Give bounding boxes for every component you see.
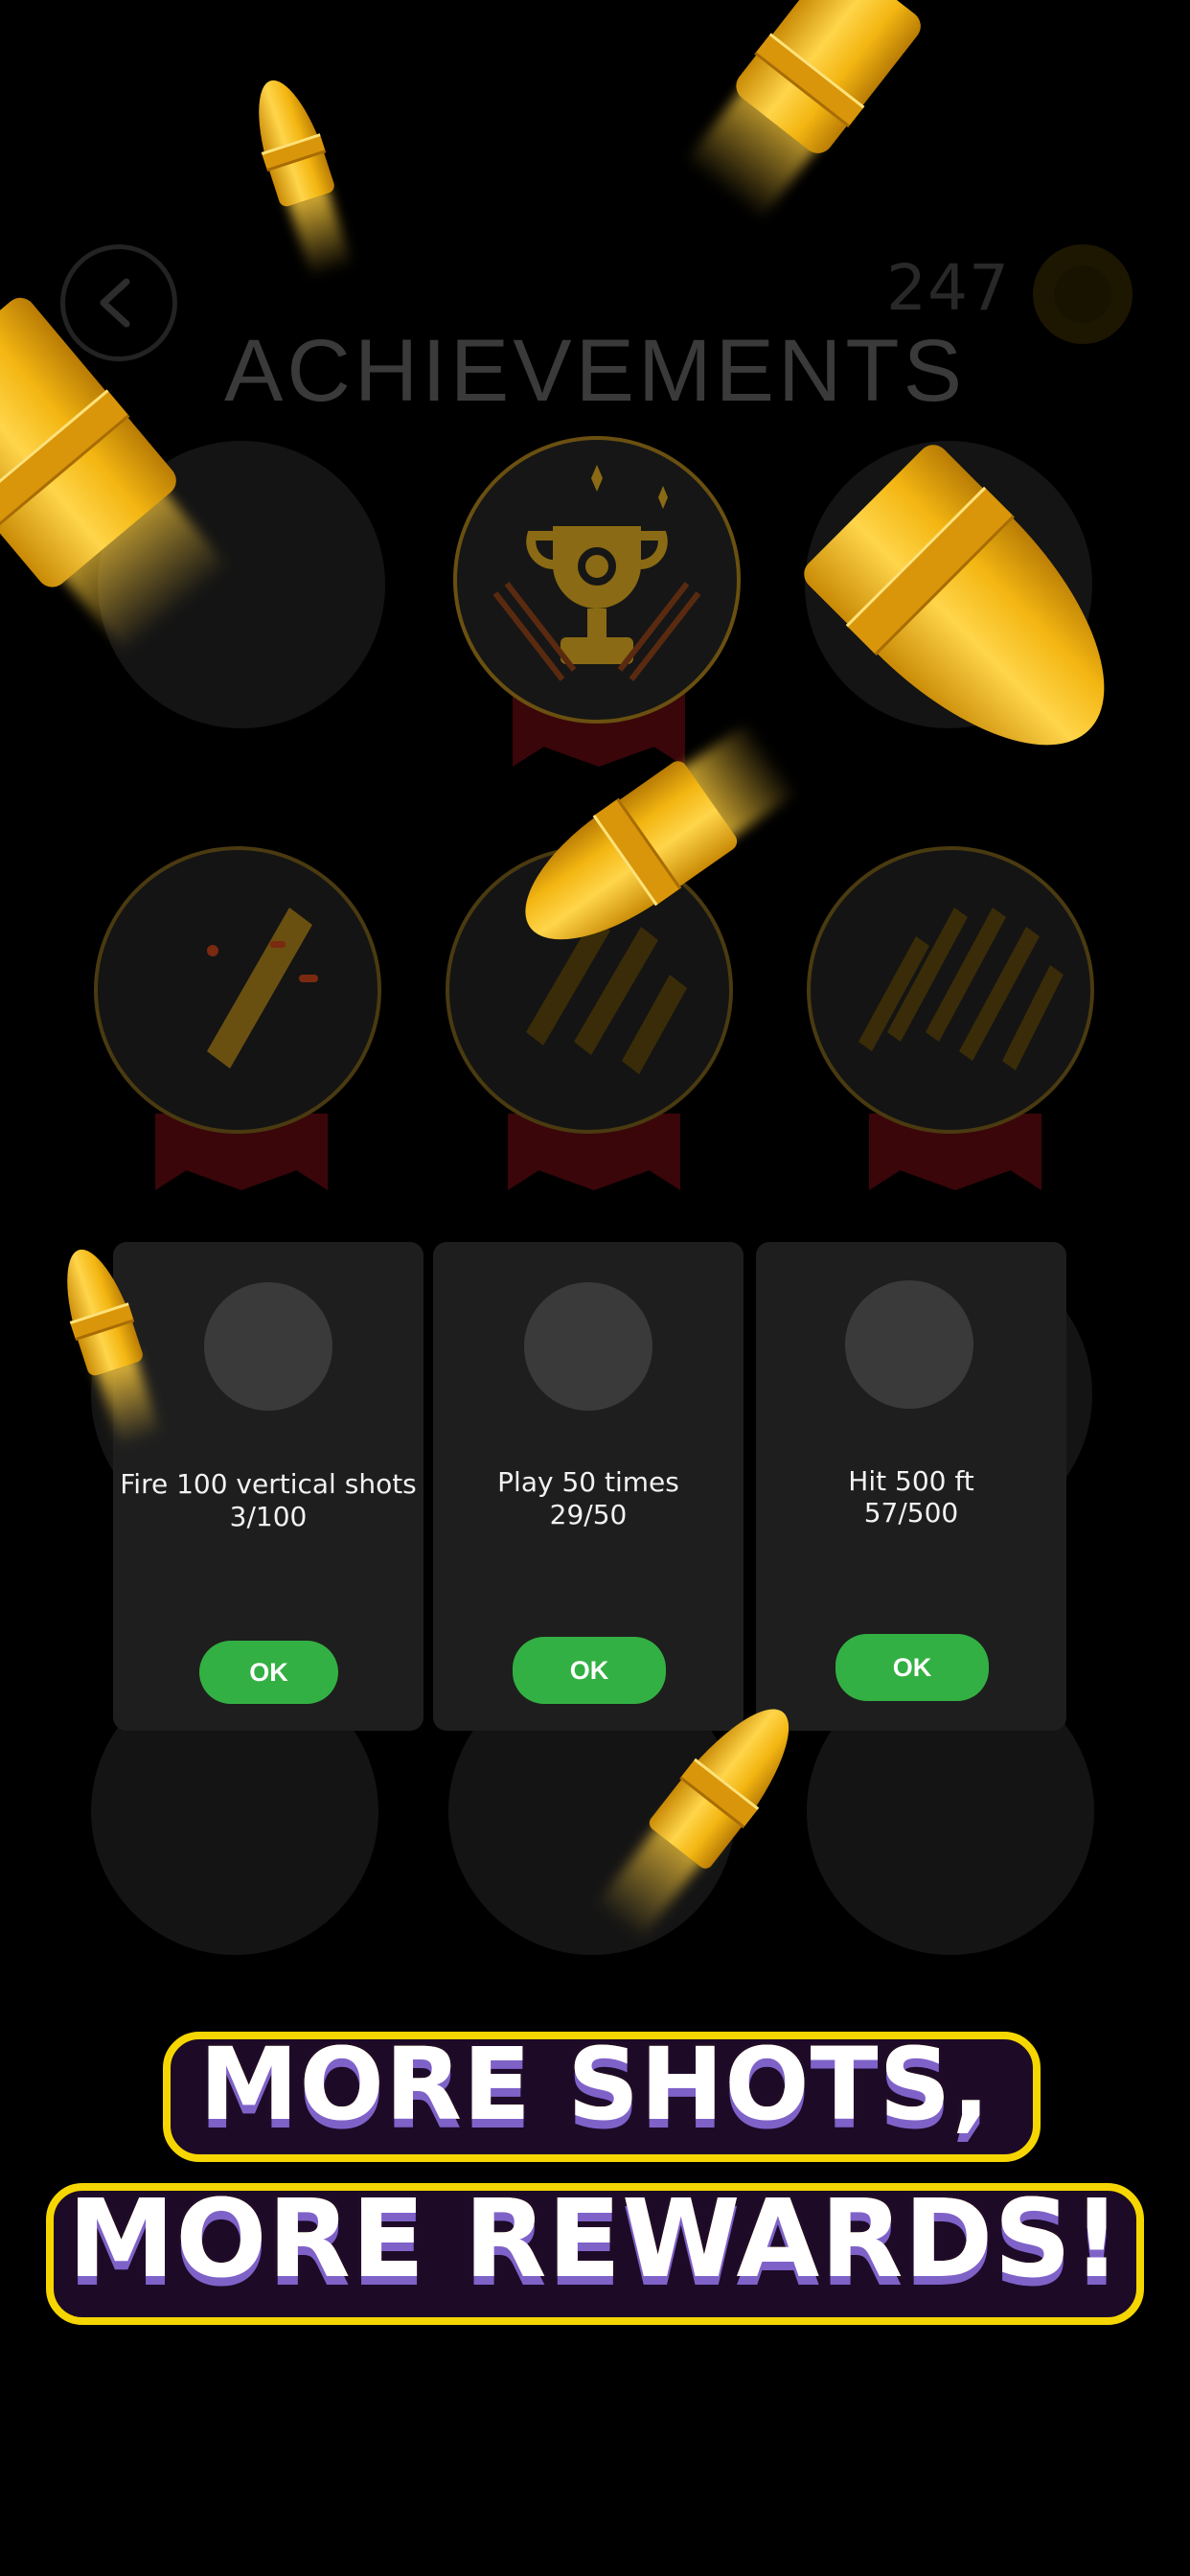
trophy-icon [845, 1280, 973, 1409]
knife-icon [204, 1282, 332, 1411]
ok-button[interactable]: OK [835, 1634, 989, 1701]
achievement-progress: 3/100 [229, 1501, 308, 1532]
shield-star-icon [524, 1282, 652, 1411]
achievement-progress: 57/500 [863, 1497, 959, 1529]
slogan-line2: MORE REWARDS! [65, 2174, 1124, 2305]
slogan-line1: MORE SHOTS, [196, 2023, 993, 2146]
page-title: ACHIEVEMENTS [224, 322, 966, 420]
ok-button[interactable]: OK [199, 1641, 338, 1704]
ok-button[interactable]: OK [513, 1637, 666, 1704]
achievement-text: Play 50 times [497, 1466, 679, 1498]
achievement-medal-many-shots[interactable] [807, 846, 1094, 1134]
bullet-fire-icon [207, 908, 318, 1069]
achievement-card: Fire 100 vertical shots 3/100 OK [113, 1242, 423, 1731]
achievement-text: Hit 500 ft [848, 1465, 974, 1497]
achievement-card: Play 50 times 29/50 OK [433, 1242, 744, 1731]
trophy-icon [492, 465, 701, 681]
achievement-card: Hit 500 ft 57/500 OK [756, 1242, 1066, 1731]
achievement-progress: 29/50 [549, 1499, 628, 1530]
achievement-text: Fire 100 vertical shots [120, 1468, 417, 1500]
achievement-medal-vertical-shot[interactable] [94, 846, 381, 1134]
bullets-icon [858, 908, 1064, 1070]
coin-count: 247 [886, 251, 1010, 325]
bullet-decoration [242, 72, 354, 279]
achievement-medal-trophy[interactable] [453, 436, 741, 724]
bullet-decoration [683, 0, 927, 222]
